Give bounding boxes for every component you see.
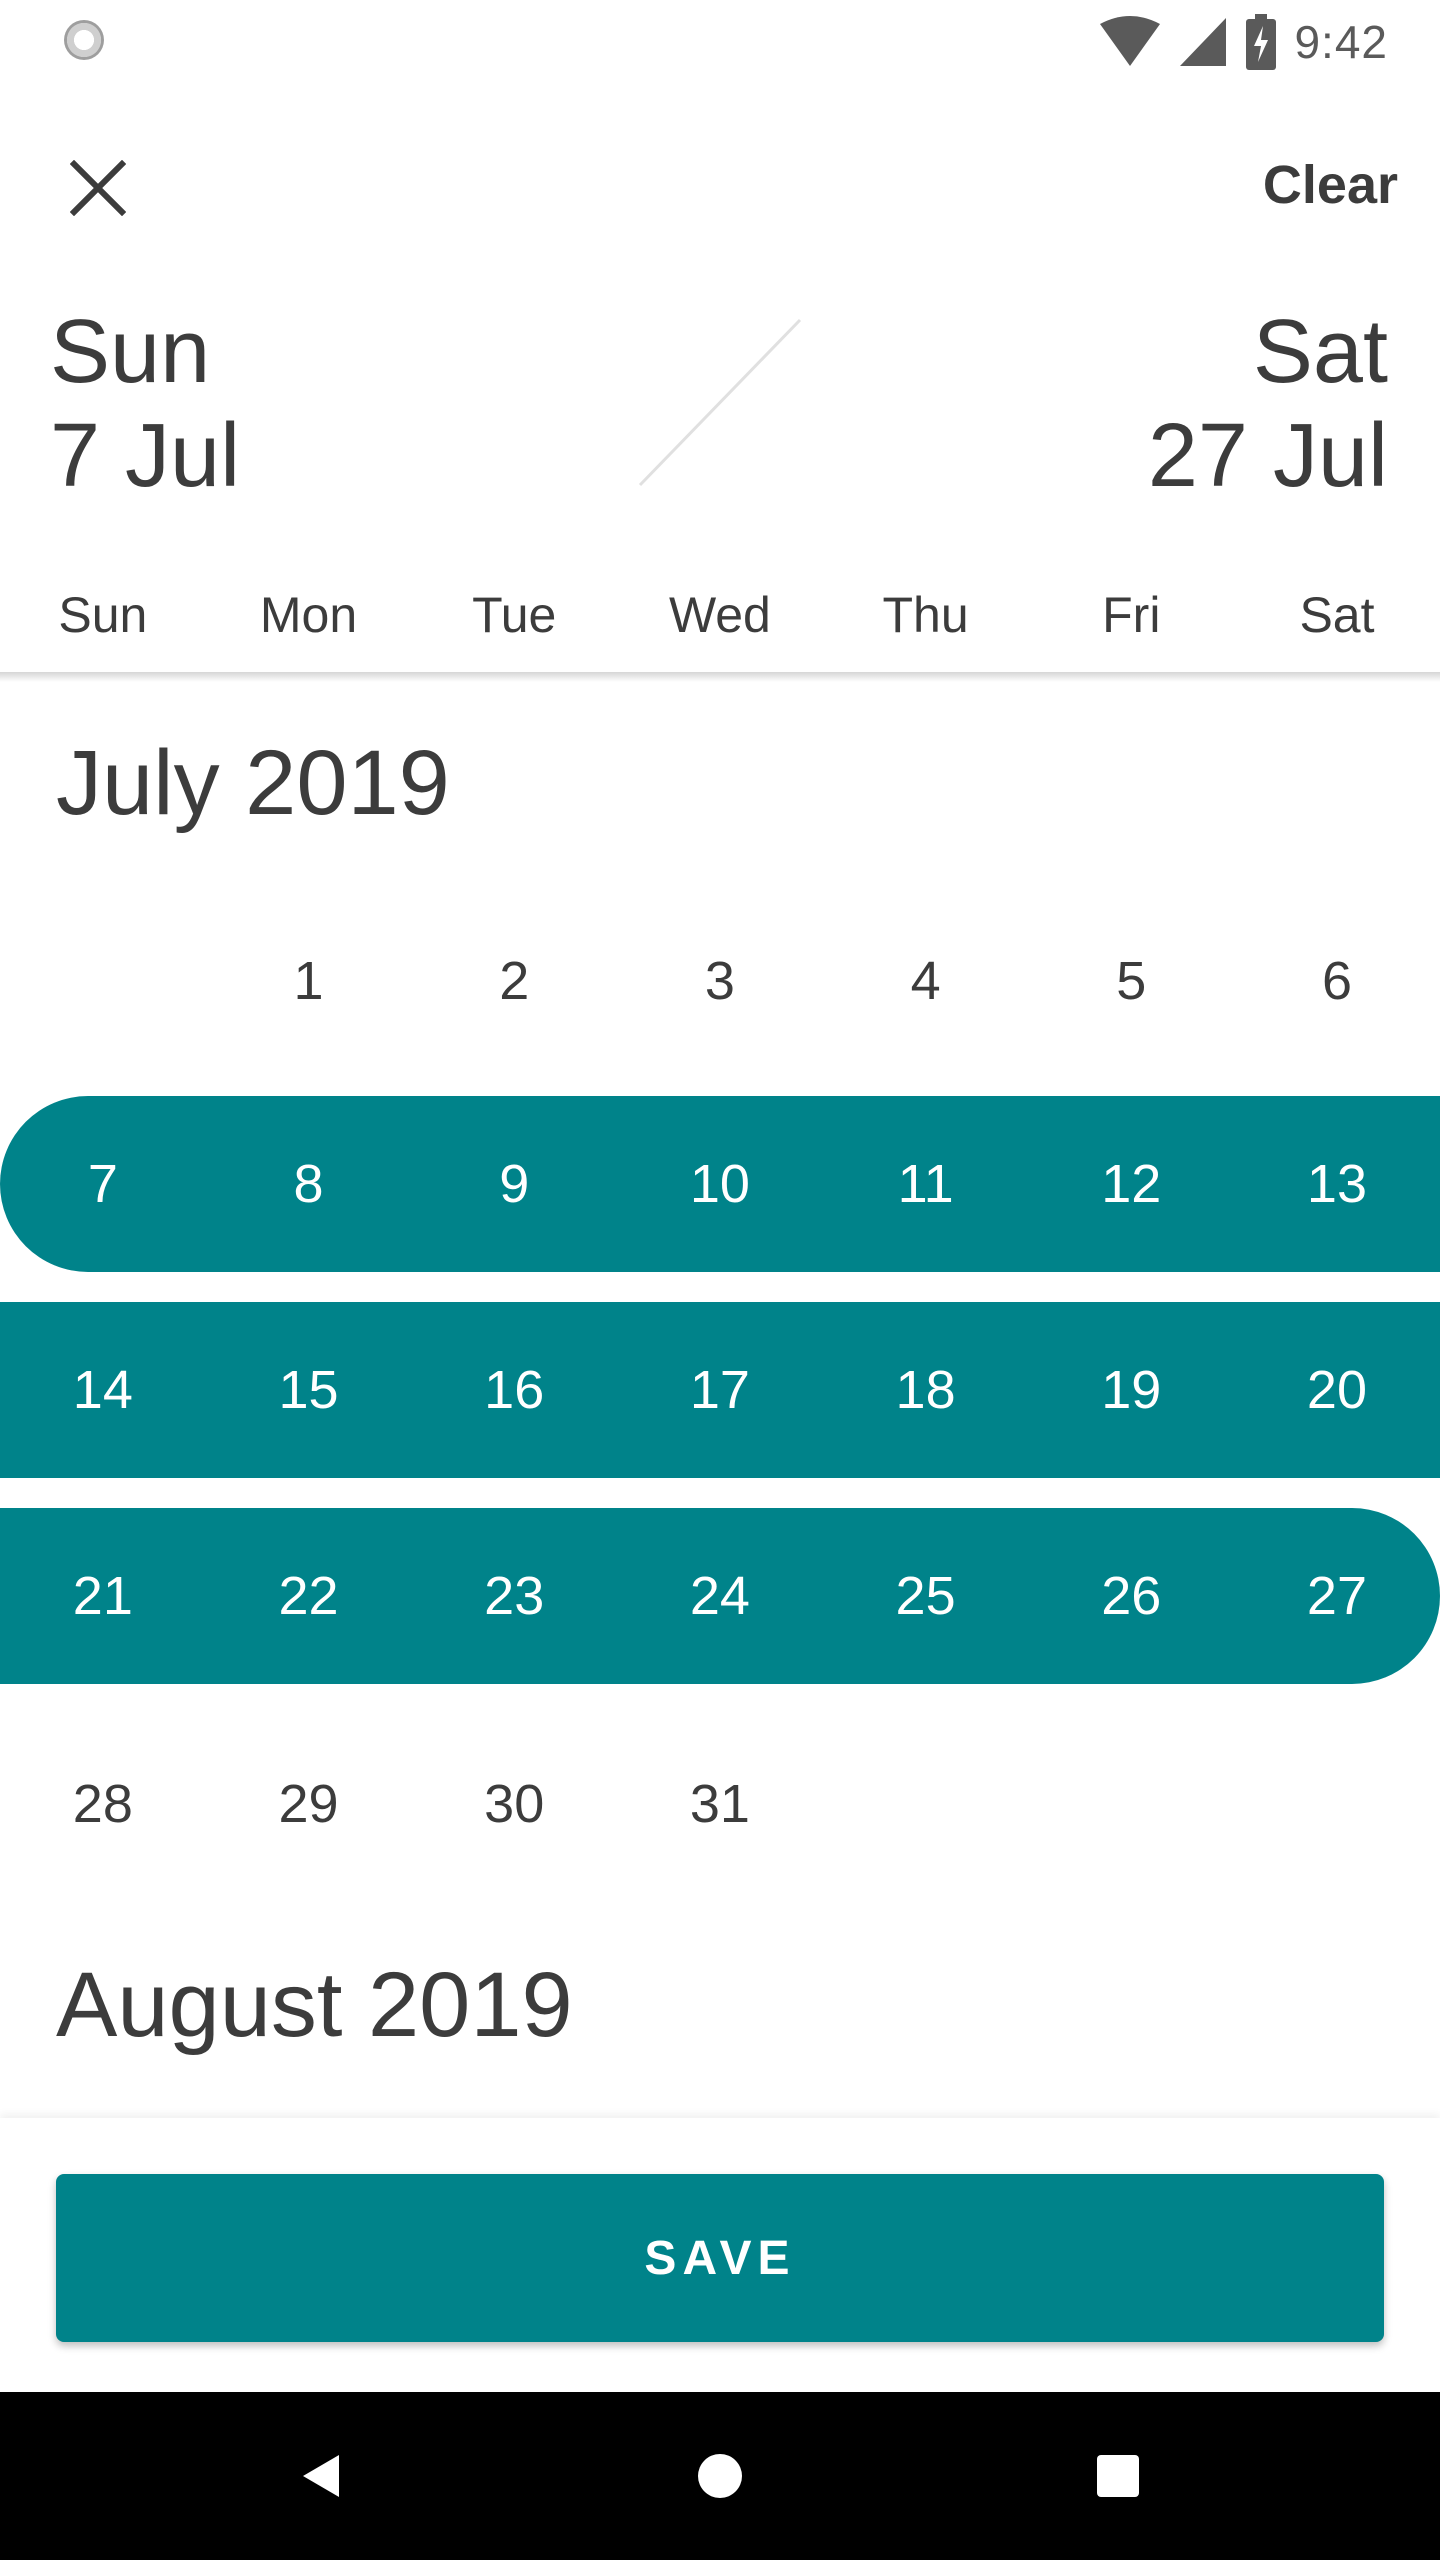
calendar-day-selected[interactable]: 26 [1028, 1508, 1234, 1684]
weekday-header: Sun Mon Tue Wed Thu Fri Sat [0, 580, 1440, 676]
weekday-label: Sun [58, 587, 148, 643]
calendar-week: 7 8 9 10 11 12 13 [0, 1096, 1440, 1272]
calendar-day-selected[interactable]: 14 [0, 1302, 206, 1478]
weekday-label: Thu [882, 587, 969, 643]
calendar-day[interactable]: 29 [206, 1716, 412, 1892]
calendar-day[interactable]: 5 [1028, 893, 1234, 1069]
range-end-weekday: Sat [1252, 302, 1388, 402]
calendar-week: 1 2 3 4 5 6 [0, 893, 1440, 1069]
back-button[interactable] [280, 2436, 360, 2516]
range-end-day: 27 Jul [1147, 406, 1388, 506]
calendar-day-selected[interactable]: 11 [823, 1096, 1029, 1272]
calendar-day[interactable]: 2 [411, 893, 617, 1069]
calendar-day-selected[interactable]: 25 [823, 1508, 1029, 1684]
home-button[interactable] [680, 2436, 760, 2516]
calendar-day-range-end[interactable]: 27 [1234, 1508, 1440, 1684]
battery-charging-icon [1246, 14, 1277, 70]
status-bar: 9:42 [0, 0, 1440, 84]
back-icon [303, 2455, 339, 2497]
calendar-day-selected[interactable]: 12 [1028, 1096, 1234, 1272]
calendar-day-selected[interactable]: 23 [411, 1508, 617, 1684]
save-button[interactable]: SAVE [56, 2174, 1384, 2342]
calendar-day-selected[interactable]: 21 [0, 1508, 206, 1684]
calendar-day-empty [1028, 1716, 1234, 1892]
weekday-label: Mon [259, 587, 358, 643]
wifi-icon [1100, 16, 1161, 66]
recents-button[interactable] [1078, 2436, 1158, 2516]
range-start-weekday: Sun [50, 302, 211, 402]
calendar-day-selected[interactable]: 9 [411, 1096, 617, 1272]
weekday-label: Tue [472, 587, 557, 643]
month-title: August 2019 [56, 1954, 573, 2056]
calendar-day-selected[interactable]: 24 [617, 1508, 823, 1684]
calendar-day[interactable]: 3 [617, 893, 823, 1069]
range-start-date[interactable]: Sun 7 Jul [50, 300, 240, 508]
calendar-day-empty [0, 893, 206, 1069]
calendar-day[interactable]: 1 [206, 893, 412, 1069]
calendar-day[interactable]: 31 [617, 1716, 823, 1892]
calendar-day-empty [823, 1716, 1029, 1892]
calendar-day-selected[interactable]: 20 [1234, 1302, 1440, 1478]
sync-spinner-icon [64, 20, 104, 60]
calendar-week: 28 29 30 31 [0, 1716, 1440, 1892]
calendar-day-selected[interactable]: 15 [206, 1302, 412, 1478]
close-icon [70, 160, 126, 216]
calendar-week: 14 15 16 17 18 19 20 [0, 1302, 1440, 1478]
calendar-day[interactable]: 30 [411, 1716, 617, 1892]
calendar-day-selected[interactable]: 19 [1028, 1302, 1234, 1478]
calendar-day-selected[interactable]: 22 [206, 1508, 412, 1684]
range-start-day: 7 Jul [50, 406, 241, 506]
calendar-day-selected[interactable]: 10 [617, 1096, 823, 1272]
status-time: 9:42 [1294, 16, 1388, 68]
calendar-day-selected[interactable]: 8 [206, 1096, 412, 1272]
calendar-day-range-start[interactable]: 7 [0, 1096, 206, 1272]
calendar-day-selected[interactable]: 18 [823, 1302, 1029, 1478]
calendar-week: 21 22 23 24 25 26 27 [0, 1508, 1440, 1684]
calendar-day-selected[interactable]: 17 [617, 1302, 823, 1478]
calendar-day[interactable]: 4 [823, 893, 1029, 1069]
close-button[interactable] [58, 148, 138, 228]
calendar-day[interactable]: 6 [1234, 893, 1440, 1069]
weekday-label: Fri [1102, 587, 1161, 643]
calendar-day-selected[interactable]: 13 [1234, 1096, 1440, 1272]
calendar-day-selected[interactable]: 16 [411, 1302, 617, 1478]
month-title: July 2019 [56, 732, 450, 834]
clear-button[interactable]: Clear [1263, 150, 1398, 220]
status-icons: 9:42 [1100, 12, 1388, 72]
range-end-date[interactable]: Sat 27 Jul [1148, 300, 1388, 508]
header-divider [0, 672, 1440, 682]
calendar-day-empty [1234, 1716, 1440, 1892]
cellular-signal-icon [1180, 18, 1227, 66]
weekday-label: Sat [1299, 587, 1375, 643]
weekday-label: Wed [668, 587, 771, 643]
home-icon [698, 2454, 742, 2498]
recents-icon [1097, 2455, 1139, 2497]
range-divider [638, 318, 802, 487]
calendar-day[interactable]: 28 [0, 1716, 206, 1892]
system-navigation-bar [0, 2392, 1440, 2560]
